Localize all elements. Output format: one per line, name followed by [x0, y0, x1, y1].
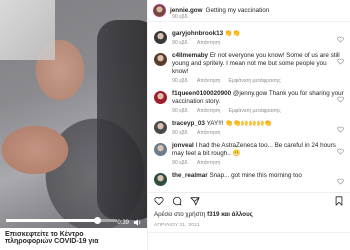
reply-button[interactable]: Απάντηση [197, 78, 221, 84]
comment-like-icon[interactable] [337, 178, 344, 185]
likes-suffix[interactable]: και άλλους [221, 211, 253, 218]
video-progress-bar[interactable] [6, 217, 117, 224]
covid-info-banner[interactable]: Επισκεφτείτε το Κέντρο πληροφοριών COVID… [0, 228, 147, 250]
share-icon[interactable] [190, 196, 200, 206]
comment-meta: 90 εβδ. Απάντηση [172, 160, 344, 166]
comment-text: garyjohnbrook13 👏👏 [172, 30, 344, 38]
video-progress-fill [6, 219, 98, 222]
likes-user[interactable]: f319 [207, 211, 219, 218]
comment-avatar[interactable] [154, 91, 167, 104]
comment-compose-area[interactable] [148, 232, 350, 250]
covid-banner-line2: πληροφοριών COVID-19 για [5, 238, 99, 245]
comment-like-icon[interactable] [337, 126, 344, 133]
comment-text: f1queen0100020900 @jenny.gow Thank you f… [172, 90, 344, 106]
comment-username[interactable]: f1queen0100020900 [172, 90, 231, 97]
comment-meta: 90 εβδ. Απάντηση Εμφάνιση μετάφρασης [172, 108, 344, 114]
view-translation-button[interactable]: Εμφάνιση μετάφρασης [228, 108, 280, 114]
video-player[interactable]: 0:39 Επισκεφτείτε το Κέντρο πληροφοριών … [0, 0, 147, 250]
comment-text: traceyp_03 YAY!!! 👏👏🙌🙌🙌👏 [172, 120, 344, 128]
comment-message: YAY!!! 👏👏🙌🙌🙌👏 [206, 120, 273, 127]
comment-meta: 90 εβδ. Απάντηση Εμφάνιση μετάφρασης [172, 78, 344, 84]
comment-avatar[interactable] [154, 31, 167, 44]
comment-meta: 90 εβδ. Απάντηση [172, 130, 344, 136]
comment-avatar[interactable] [154, 53, 167, 66]
comment-username[interactable]: c4llmemaby [172, 52, 208, 59]
comments-panel: jennie.gow Getting my vaccination 90 εβδ… [147, 0, 350, 250]
comment-age: 90 εβδ. [172, 40, 189, 46]
action-bar [148, 192, 350, 208]
comment-age: 90 εβδ. [172, 130, 189, 136]
comment-body: jonveal I had the AstraZeneca too... Be … [172, 142, 344, 166]
comment-icon[interactable] [172, 196, 182, 206]
comment-age: 90 εβδ. [172, 160, 189, 166]
comment-age: 90 εβδ. [172, 108, 189, 114]
reply-button[interactable]: Απάντηση [197, 160, 221, 166]
covid-banner-line1: Επισκεφτείτε το Κέντρο [5, 231, 84, 238]
comment-item: c4llmemaby Er not everyone you know! Som… [148, 52, 350, 84]
comment-item: garyjohnbrook13 👏👏 90 εβδ. Απάντηση [148, 30, 350, 46]
comment-avatar[interactable] [154, 143, 167, 156]
comment-body: f1queen0100020900 @jenny.gow Thank you f… [172, 90, 344, 114]
comment-avatar[interactable] [154, 121, 167, 134]
comment-username[interactable]: traceyp_03 [172, 120, 205, 127]
author-avatar[interactable] [153, 4, 166, 17]
comment-message: 👏👏 [224, 30, 241, 37]
reply-button[interactable]: Απάντηση [197, 108, 221, 114]
comment-like-icon[interactable] [337, 96, 344, 103]
volume-icon[interactable] [133, 218, 142, 227]
video-time: 0:39 [117, 220, 129, 226]
car-seat [97, 20, 147, 220]
comment-message: Snap... got mine this morning too [209, 172, 302, 179]
comment-like-icon[interactable] [337, 36, 344, 43]
comment-text: c4llmemaby Er not everyone you know! Som… [172, 52, 344, 76]
post-modal: 0:39 Επισκεφτείτε το Κέντρο πληροφοριών … [0, 0, 350, 250]
comment-body: traceyp_03 YAY!!! 👏👏🙌🙌🙌👏 90 εβδ. Απάντηση [172, 120, 344, 136]
bookmark-icon[interactable] [334, 196, 344, 206]
comment-text: the_realmar Snap... got mine this mornin… [172, 172, 344, 180]
comment-like-icon[interactable] [337, 148, 344, 155]
comment-item: jonveal I had the AstraZeneca too... Be … [148, 142, 350, 166]
author-username[interactable]: jennie.gow [170, 7, 203, 14]
post-caption: Getting my vaccination [205, 7, 270, 14]
likes-summary: Αρέσει στο χρήστη f319 και άλλους [154, 211, 253, 218]
comment-username[interactable]: jonveal [172, 142, 194, 149]
comment-item: traceyp_03 YAY!!! 👏👏🙌🙌🙌👏 90 εβδ. Απάντηση [148, 120, 350, 136]
post-age: 90 εβδ. [172, 14, 189, 20]
comment-avatar[interactable] [154, 173, 167, 186]
comment-username[interactable]: the_realmar [172, 172, 208, 179]
comment-age: 90 εβδ. [172, 78, 189, 84]
video-progress-handle[interactable] [94, 217, 102, 224]
comment-message: I had the AstraZeneca too... Be careful … [172, 142, 336, 157]
comment-body: c4llmemaby Er not everyone you know! Som… [172, 52, 344, 84]
reply-button[interactable]: Απάντηση [197, 40, 221, 46]
heart-icon[interactable] [154, 196, 164, 206]
post-date: ΑΠΡΙΛΙΟΥ 21, 2021 [154, 223, 200, 228]
reply-button[interactable]: Απάντηση [197, 130, 221, 136]
comment-body: garyjohnbrook13 👏👏 90 εβδ. Απάντηση [172, 30, 344, 46]
view-translation-button[interactable]: Εμφάνιση μετάφρασης [228, 78, 280, 84]
car-window [0, 0, 55, 60]
comment-username[interactable]: garyjohnbrook13 [172, 30, 223, 37]
likes-prefix: Αρέσει στο χρήστη [154, 211, 206, 218]
comment-text: jonveal I had the AstraZeneca too... Be … [172, 142, 344, 158]
comments-list: garyjohnbrook13 👏👏 90 εβδ. Απάντηση c4llmem… [148, 22, 350, 190]
comment-item: the_realmar Snap... got mine this mornin… [148, 172, 350, 186]
comment-body: the_realmar Snap... got mine this mornin… [172, 172, 344, 186]
comment-item: f1queen0100020900 @jenny.gow Thank you f… [148, 90, 350, 114]
comment-meta: 90 εβδ. Απάντηση [172, 40, 344, 46]
comment-like-icon[interactable] [337, 58, 344, 65]
